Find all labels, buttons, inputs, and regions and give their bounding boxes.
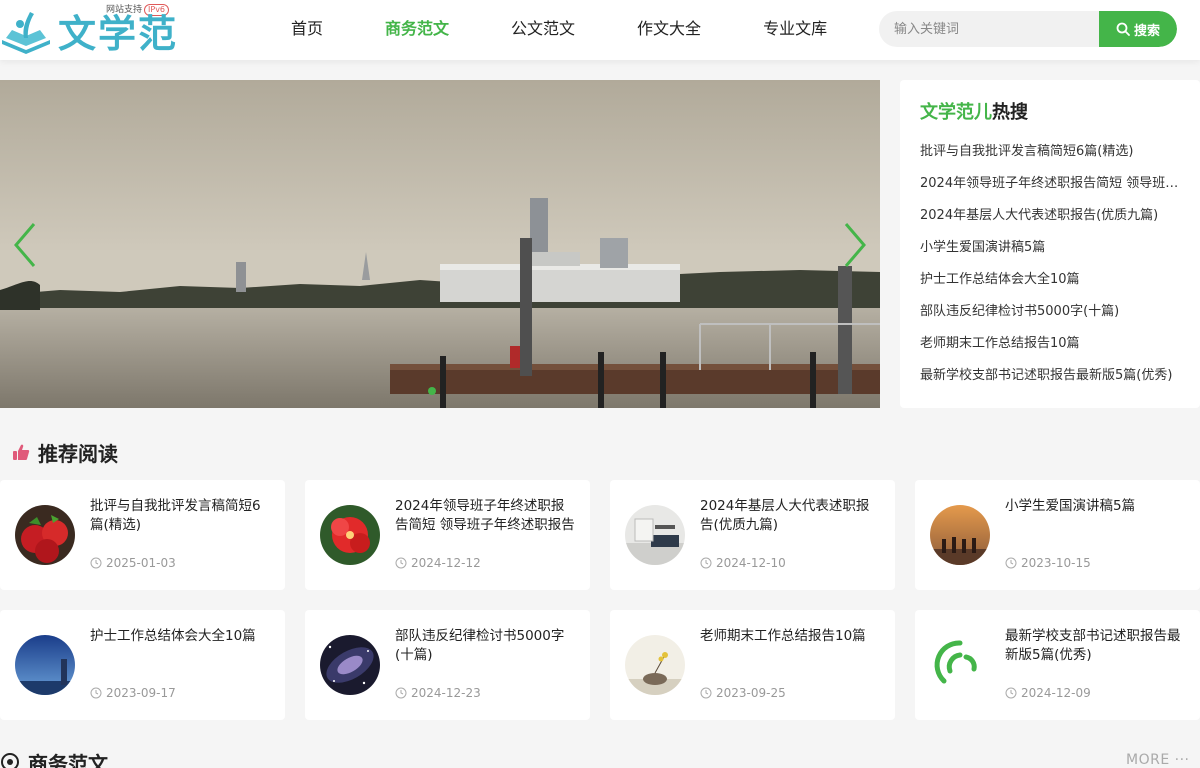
article-card[interactable]: 最新学校支部书记述职报告最新版5篇(优秀) 2024-12-09: [915, 610, 1200, 720]
thumbs-up-icon: [13, 444, 30, 460]
clock-icon: [1005, 687, 1017, 699]
card-title[interactable]: 老师期末工作总结报告10篇: [700, 627, 880, 646]
article-card[interactable]: 护士工作总结体会大全10篇 2023-09-17: [0, 610, 285, 720]
carousel-next-button[interactable]: [840, 220, 870, 270]
banner-image: [0, 80, 880, 408]
card-thumbnail-desk: [625, 505, 685, 565]
article-card[interactable]: 小学生爱国演讲稿5篇 2023-10-15: [915, 480, 1200, 590]
card-thumbnail-galaxy: [320, 635, 380, 695]
article-card[interactable]: 批评与自我批评发言稿简短6篇(精选) 2025-01-03: [0, 480, 285, 590]
search-input[interactable]: [879, 11, 1099, 47]
article-card[interactable]: 2024年基层人大代表述职报告(优质九篇) 2024-12-10: [610, 480, 895, 590]
carousel-prev-button[interactable]: [10, 220, 40, 270]
article-card[interactable]: 2024年领导班子年终述职报告简短 领导班子年终述职报告 2024-12-12: [305, 480, 590, 590]
card-date: 2024-12-10: [700, 556, 786, 570]
site-logo[interactable]: 网站支持 IPv6 文学范: [0, 4, 180, 56]
clock-icon: [395, 557, 407, 569]
article-card[interactable]: 老师期末工作总结报告10篇 2023-09-25: [610, 610, 895, 720]
logo-text: 文学范: [58, 12, 179, 56]
card-title[interactable]: 最新学校支部书记述职报告最新版5篇(优秀): [1005, 627, 1185, 665]
search-box: 搜索: [879, 11, 1177, 47]
card-title[interactable]: 2024年领导班子年终述职报告简短 领导班子年终述职报告: [395, 497, 575, 535]
card-date: 2023-10-15: [1005, 556, 1091, 570]
card-thumbnail-vase: [625, 635, 685, 695]
business-section-heading: 商务范文: [0, 748, 108, 768]
hot-search-item[interactable]: 批评与自我批评发言稿简短6篇(精选): [920, 136, 1180, 168]
hot-search-item[interactable]: 最新学校支部书记述职报告最新版5篇(优秀): [920, 360, 1180, 392]
recommend-title: 推荐阅读: [38, 441, 118, 466]
search-button-label: 搜索: [1133, 23, 1160, 39]
card-thumbnail-sunset-people: [930, 505, 990, 565]
card-date: 2024-12-23: [395, 686, 481, 700]
hot-search-item[interactable]: 护士工作总结体会大全10篇: [920, 264, 1180, 296]
hot-search-list: 批评与自我批评发言稿简短6篇(精选) 2024年领导班子年终述职报告简短 领导班…: [920, 136, 1180, 392]
search-button[interactable]: 搜索: [1099, 11, 1177, 47]
hot-search-item[interactable]: 2024年基层人大代表述职报告(优质九篇): [920, 200, 1180, 232]
nav-item-official[interactable]: 公文范文: [480, 0, 606, 60]
card-date: 2023-09-17: [90, 686, 176, 700]
chevron-right-icon: [844, 223, 866, 267]
card-thumbnail-blue-sky: [15, 635, 75, 695]
card-title[interactable]: 护士工作总结体会大全10篇: [90, 627, 270, 646]
card-title[interactable]: 部队违反纪律检讨书5000字(十篇): [395, 627, 575, 665]
card-thumbnail-strawberry: [15, 505, 75, 565]
nav-item-home[interactable]: 首页: [260, 0, 354, 60]
hot-search-title: 文学范儿热搜: [920, 102, 1028, 123]
recommend-heading: 推荐阅读: [12, 438, 118, 466]
hot-search-panel: 文学范儿热搜 批评与自我批评发言稿简短6篇(精选) 2024年领导班子年终述职报…: [900, 80, 1200, 408]
clock-icon: [700, 557, 712, 569]
clock-icon: [700, 687, 712, 699]
article-card[interactable]: 部队违反纪律检讨书5000字(十篇) 2024-12-23: [305, 610, 590, 720]
more-link[interactable]: MORE ···: [1126, 752, 1189, 768]
card-date: 2024-12-12: [395, 556, 481, 570]
business-section-title: 商务范文: [28, 751, 108, 768]
clock-icon: [90, 687, 102, 699]
nav-item-essays[interactable]: 作文大全: [606, 0, 732, 60]
logo-book-icon: [2, 12, 50, 54]
banner-carousel[interactable]: [0, 80, 880, 408]
search-icon: [1116, 22, 1130, 36]
card-date: 2023-09-25: [700, 686, 786, 700]
chevron-left-icon: [14, 223, 36, 267]
hot-search-item[interactable]: 小学生爱国演讲稿5篇: [920, 232, 1180, 264]
carousel-dots: [428, 387, 436, 395]
target-icon: [1, 753, 19, 768]
main-nav: 首页 商务范文 公文范文 作文大全 专业文库: [260, 0, 858, 60]
nav-item-business[interactable]: 商务范文: [354, 0, 480, 60]
clock-icon: [90, 557, 102, 569]
hot-search-item[interactable]: 老师期末工作总结报告10篇: [920, 328, 1180, 360]
card-thumbnail-loading-arc: [930, 635, 990, 695]
nav-item-library[interactable]: 专业文库: [732, 0, 858, 60]
carousel-dot-active[interactable]: [428, 387, 436, 395]
header: 网站支持IPv6 文学范 首页 商务范文 公文范文 作文大全 专业文库 搜索: [0, 0, 1200, 60]
clock-icon: [395, 687, 407, 699]
card-title[interactable]: 小学生爱国演讲稿5篇: [1005, 497, 1185, 516]
card-thumbnail-red-flower: [320, 505, 380, 565]
card-date: 2024-12-09: [1005, 686, 1091, 700]
clock-icon: [1005, 557, 1017, 569]
hot-search-item[interactable]: 2024年领导班子年终述职报告简短 领导班子年终述职报告: [920, 168, 1180, 200]
card-title[interactable]: 批评与自我批评发言稿简短6篇(精选): [90, 497, 270, 535]
card-title[interactable]: 2024年基层人大代表述职报告(优质九篇): [700, 497, 880, 535]
hot-search-item[interactable]: 部队违反纪律检讨书5000字(十篇): [920, 296, 1180, 328]
card-date: 2025-01-03: [90, 556, 176, 570]
